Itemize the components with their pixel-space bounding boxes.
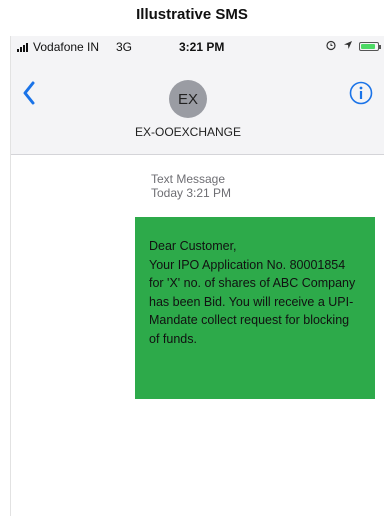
phone-screen: Vodafone IN 3G 3:21 PM EX EX-OOEXCHANGE	[10, 36, 384, 516]
message-meta: Text Message Today 3:21 PM	[151, 172, 231, 200]
status-time: 3:21 PM	[179, 40, 225, 54]
conversation-header: Vodafone IN 3G 3:21 PM EX EX-OOEXCHANGE	[11, 36, 384, 155]
message-timestamp: Today 3:21 PM	[151, 186, 232, 200]
illustration-caption: Illustrative SMS	[136, 6, 248, 23]
signal-icon	[17, 43, 28, 52]
message-line: Mandate collect request for blocking	[149, 313, 350, 327]
status-icons	[325, 39, 381, 54]
message-line: Your IPO Application No. 80001854	[149, 257, 346, 272]
carrier-name: Vodafone IN	[33, 40, 100, 54]
battery-level	[361, 44, 375, 49]
message-line: Dear Customer,	[149, 239, 237, 253]
message-line: for 'X' no. of shares of ABC Company	[149, 276, 356, 290]
back-button[interactable]	[15, 76, 43, 110]
info-icon	[349, 81, 373, 105]
message-line: of funds.	[149, 331, 197, 346]
location-icon	[343, 40, 353, 53]
message-bubble[interactable]: Dear Customer, Your IPO Application No. …	[135, 217, 375, 399]
message-line: has been Bid. You will receive a UPI-	[149, 294, 354, 309]
status-bar: Vodafone IN 3G 3:21 PM	[11, 36, 384, 58]
info-button[interactable]	[349, 81, 373, 105]
battery-icon	[359, 42, 381, 51]
contact-name[interactable]: EX-OOEXCHANGE	[11, 125, 365, 139]
alarm-icon	[325, 39, 337, 54]
network-type: 3G	[116, 40, 133, 54]
message-type-label: Text Message	[151, 172, 226, 186]
contact-avatar[interactable]: EX	[169, 80, 207, 118]
back-chevron-icon	[23, 81, 35, 105]
